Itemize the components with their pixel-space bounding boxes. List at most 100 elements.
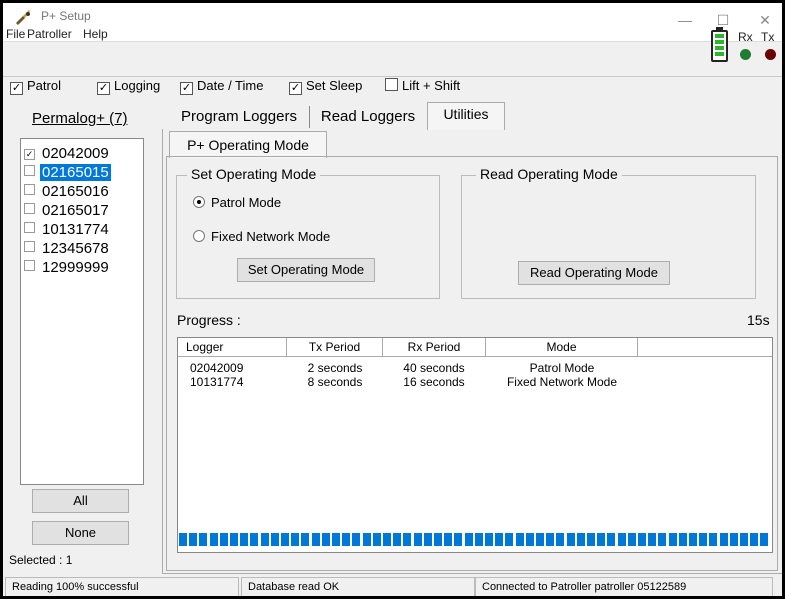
progress-segment: [729, 533, 738, 546]
set-operating-mode-button[interactable]: Set Operating Mode: [237, 258, 375, 282]
list-item[interactable]: 02165016: [24, 182, 111, 201]
list-item[interactable]: 12999999: [24, 258, 111, 277]
table-cell: 40 seconds: [403, 361, 465, 375]
menu-patroller[interactable]: Patroller: [27, 27, 72, 41]
progress-segment: [189, 533, 198, 546]
menu-file[interactable]: File: [6, 27, 25, 41]
progress-table[interactable]: Logger Tx Period Rx Period Mode 02042009 2 se…: [177, 337, 773, 553]
tab-utilities[interactable]: Utilities: [427, 102, 505, 130]
checkbox-unchecked-icon[interactable]: [24, 184, 35, 195]
progress-segment: [260, 533, 269, 546]
progress-segment: [230, 533, 238, 546]
progress-segment: [495, 533, 504, 546]
list-item[interactable]: 10131774: [24, 220, 111, 239]
progress-segment: [525, 533, 534, 546]
select-all-button[interactable]: All: [32, 489, 129, 513]
progress-segment: [576, 533, 585, 546]
progress-segment: [678, 533, 687, 546]
select-none-button[interactable]: None: [32, 521, 129, 545]
progress-segment: [464, 533, 473, 546]
table-row[interactable]: 02042009 2 seconds 40 seconds Patrol Mode: [178, 361, 772, 375]
progress-segment: [393, 533, 402, 546]
set-sleep-checkbox[interactable]: ✓ Set Sleep: [289, 78, 362, 95]
checkbox-checked-icon[interactable]: ✓: [24, 149, 35, 160]
column-header[interactable]: Rx Period: [383, 338, 486, 357]
progress-segment: [627, 533, 636, 546]
read-mode-title: Read Operating Mode: [476, 166, 622, 182]
close-button[interactable]: ✕: [755, 11, 775, 29]
radio-checked-icon: [193, 196, 205, 208]
table-cell: 02042009: [190, 361, 244, 375]
progress-segment: [321, 533, 330, 546]
progress-time: 15s: [747, 312, 770, 328]
column-header[interactable]: Logger: [178, 338, 287, 357]
status-reading: Reading 100% successful: [5, 577, 239, 596]
tab-p-plus-operating-mode[interactable]: P+ Operating Mode: [169, 131, 327, 158]
progress-segment: [536, 533, 544, 546]
lift-shift-checkbox[interactable]: Lift + Shift: [385, 78, 460, 93]
logger-list[interactable]: ✓ 02042009 02165015 02165016 02165017 1013177…: [20, 138, 144, 485]
progress-segment: [485, 533, 493, 546]
list-item[interactable]: ✓ 02042009: [24, 144, 111, 163]
selected-count: Selected : 1: [9, 553, 73, 567]
logger-list-title[interactable]: Permalog+ (7): [32, 110, 127, 127]
column-header[interactable]: Mode: [486, 338, 638, 357]
progress-segment: [638, 533, 646, 546]
progress-segment: [219, 533, 228, 546]
progress-segment: [199, 533, 208, 546]
list-item[interactable]: 02165015: [24, 163, 111, 182]
progress-segment: [515, 533, 524, 546]
progress-segment: [566, 533, 575, 546]
list-item[interactable]: 12345678: [24, 239, 111, 258]
progress-segment: [658, 533, 667, 546]
patrol-mode-radio[interactable]: Patrol Mode: [193, 195, 281, 210]
tx-label: Tx: [761, 30, 775, 44]
date-time-checkbox[interactable]: ✓ Date / Time: [180, 78, 263, 95]
app-icon: [16, 10, 30, 25]
read-operating-mode-button[interactable]: Read Operating Mode: [518, 261, 670, 285]
checkbox-unchecked-icon[interactable]: [24, 203, 35, 214]
progress-segment: [689, 533, 697, 546]
progress-segment: [342, 533, 351, 546]
checkbox-unchecked-icon[interactable]: [24, 241, 35, 252]
progress-segment: [597, 533, 606, 546]
menu-help[interactable]: Help: [83, 27, 108, 41]
checkbox-unchecked-icon[interactable]: [24, 222, 35, 233]
read-mode-group: Read Operating Mode Read Operating Mode: [461, 166, 756, 299]
progress-segment: [270, 533, 279, 546]
tab-read-loggers[interactable]: Read Loggers: [309, 106, 428, 128]
table-cell: Patrol Mode: [529, 361, 595, 375]
progress-segment: [474, 533, 483, 546]
progress-segment: [291, 533, 300, 546]
minimize-button[interactable]: —: [675, 11, 695, 29]
progress-segment: [240, 533, 249, 546]
progress-segment: [332, 533, 340, 546]
checkbox-checked-icon: ✓: [180, 82, 193, 95]
progress-segment: [362, 533, 371, 546]
list-item[interactable]: 02165017: [24, 201, 111, 220]
column-header[interactable]: Tx Period: [287, 338, 383, 357]
progress-segment: [546, 533, 555, 546]
logging-checkbox[interactable]: ✓ Logging: [97, 78, 160, 95]
progress-segment: [709, 533, 718, 546]
tab-program-loggers[interactable]: Program Loggers: [169, 106, 310, 128]
patrol-checkbox[interactable]: ✓ Patrol: [10, 78, 61, 95]
progress-segment: [505, 533, 514, 546]
status-bar: Reading 100% successful Database read OK…: [3, 574, 782, 596]
progress-segment: [454, 533, 463, 546]
table-cell: 16 seconds: [403, 375, 465, 389]
progress-segment: [750, 533, 759, 546]
checkbox-unchecked-icon[interactable]: [24, 260, 35, 271]
fixed-network-mode-radio[interactable]: Fixed Network Mode: [193, 229, 330, 244]
checkbox-checked-icon: ✓: [10, 82, 23, 95]
progress-segment: [699, 533, 708, 546]
checkbox-unchecked-icon: [385, 78, 398, 91]
rx-indicator-icon: [740, 49, 751, 60]
progress-segment: [372, 533, 381, 546]
title-bar: P+ Setup — ☐ ✕ File Patroller Help: [3, 3, 782, 41]
table-row[interactable]: 10131774 8 seconds 16 seconds Fixed Network…: [178, 375, 772, 389]
progress-segment: [740, 533, 748, 546]
progress-segment: [607, 533, 616, 546]
checkbox-unchecked-icon[interactable]: [24, 165, 35, 176]
progress-segment: [311, 533, 320, 546]
